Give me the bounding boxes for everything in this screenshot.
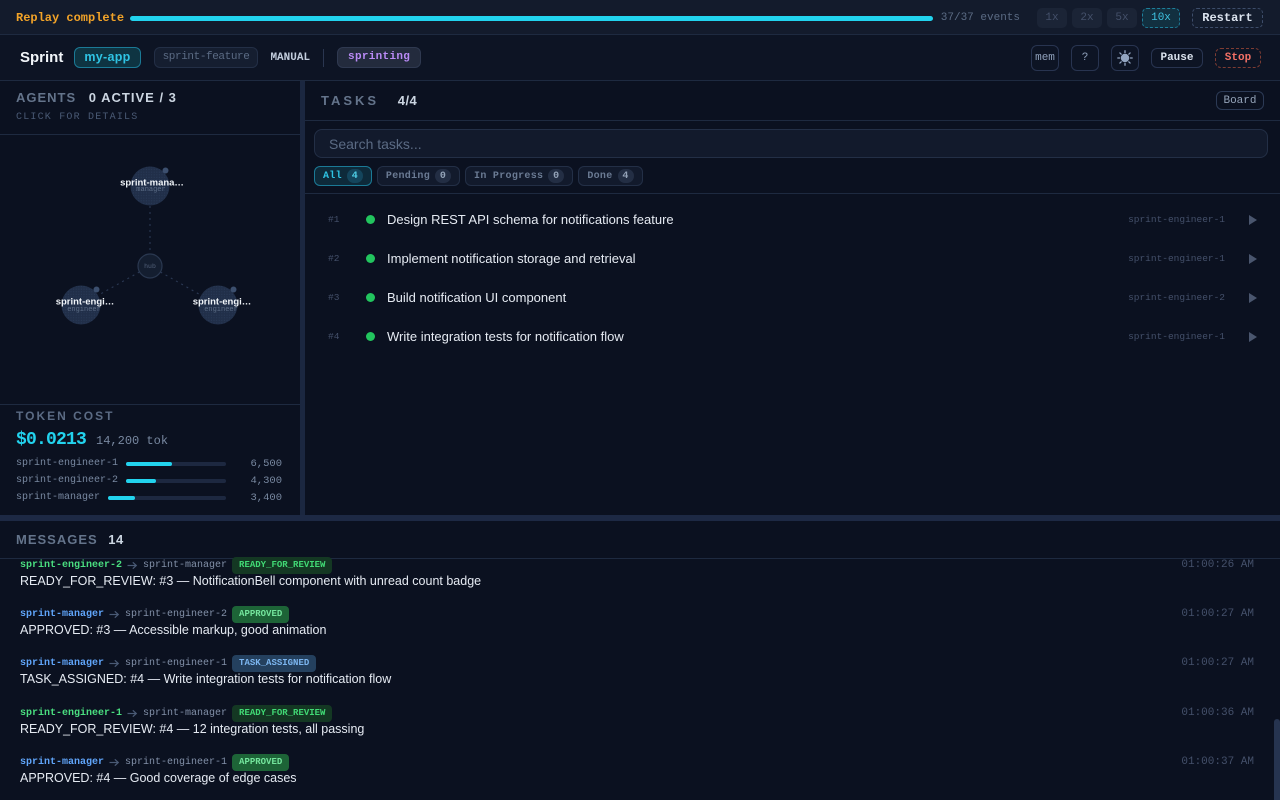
svg-text:hub: hub [144,263,156,270]
svg-text:manager: manager [136,186,165,194]
svg-text:engineer: engineer [204,306,238,314]
svg-text:engineer: engineer [67,306,101,314]
